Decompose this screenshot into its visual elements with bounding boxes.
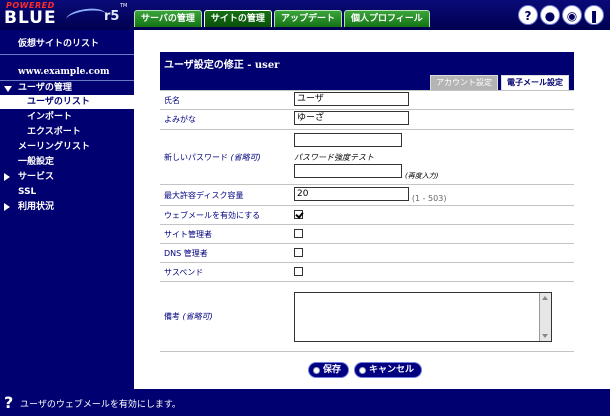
page-title: ユーザ設定の修正 - user — [164, 60, 280, 71]
sidebar-item-services[interactable]: サービス — [0, 170, 134, 184]
main-tabs: サーバの管理 サイトの管理 アップデート 個人プロフィール — [134, 10, 430, 27]
logo-name-text: BLUE — [4, 8, 57, 28]
tab-personal-profile[interactable]: 個人プロフィール — [343, 10, 430, 27]
sidebar-item-label: ユーザの管理 — [18, 83, 72, 93]
password-strength-label: パスワード強度テスト — [294, 153, 374, 162]
suspend-checkbox[interactable] — [294, 267, 303, 276]
eye-icon[interactable]: ◉ — [562, 5, 582, 25]
help-icon[interactable]: ? — [518, 5, 538, 25]
reenter-label: (再度入力) — [405, 172, 439, 180]
button-bullet-icon — [359, 366, 367, 374]
logo-version-text: r5 — [104, 9, 120, 24]
notes-label-text: 備考 — [164, 312, 180, 321]
sidebar-divider — [0, 54, 134, 55]
password-input[interactable] — [294, 133, 402, 147]
webmail-checkbox[interactable] — [294, 210, 303, 219]
yomi-input[interactable]: ゆーざ — [294, 111, 409, 125]
sidebar-item-label: サービス — [18, 172, 55, 182]
optional-note: (省略可) — [230, 152, 261, 162]
form-row-name: 氏名 ユーザ — [160, 90, 574, 110]
tab-update[interactable]: アップデート — [273, 10, 342, 27]
user-settings-panel: ユーザ設定の修正 - user アカウント設定 電子メール設定 氏名 ユーザ よ… — [160, 52, 574, 352]
status-bar: ? ユーザのウェブメールを有効にします。 — [0, 389, 610, 416]
name-label: 氏名 — [160, 90, 290, 110]
form-row-dns-admin: DNS 管理者 — [160, 243, 574, 263]
top-icons: ? ● ◉ ❚ — [518, 5, 604, 25]
expand-right-icon — [4, 173, 10, 181]
cancel-button[interactable]: キャンセル — [354, 362, 423, 378]
quota-input[interactable]: 20 — [294, 186, 409, 201]
site-name-text: www.example.com — [18, 67, 110, 77]
sidebar-item-ssl[interactable]: SSL — [0, 185, 134, 199]
scroll-up-icon[interactable] — [542, 295, 548, 300]
yomi-label: よみがな — [160, 109, 290, 130]
tab-email-settings[interactable]: 電子メール設定 — [501, 75, 569, 90]
notes-textarea[interactable] — [294, 291, 552, 342]
form-row-yomi: よみがな ゆーざ — [160, 109, 574, 130]
form-row-notes: 備考 (省略可) — [160, 281, 574, 352]
sidebar-item-mailing-list[interactable]: メーリングリスト — [0, 140, 134, 154]
logo: POWERED BLUE r5 TM — [4, 1, 129, 29]
form-row-quota: 最大許容ディスク容量 20 (1 - 503) — [160, 184, 574, 206]
quota-range-hint: (1 - 503) — [411, 193, 447, 203]
scroll-down-icon[interactable] — [542, 333, 548, 338]
form-row-webmail: ウェブメールを有効にする — [160, 205, 574, 225]
dns-admin-checkbox[interactable] — [294, 248, 303, 257]
tab-server-management[interactable]: サーバの管理 — [134, 10, 202, 27]
sidebar-item-usage[interactable]: 利用状況 — [0, 200, 134, 214]
sidebar-item-general[interactable]: 一般設定 — [0, 155, 134, 169]
form-buttons: 保存 キャンセル — [308, 362, 423, 378]
tab-account-settings[interactable]: アカウント設定 — [430, 75, 498, 90]
notes-scrollbar[interactable] — [539, 292, 551, 341]
password-label: 新しいパスワード (省略可) — [160, 129, 290, 185]
panel-header: ユーザ設定の修正 - user アカウント設定 電子メール設定 — [160, 52, 574, 90]
tab-site-management[interactable]: サイトの管理 — [203, 10, 272, 27]
sidebar-item-label: 利用状況 — [18, 202, 55, 212]
sidebar-item-user-list[interactable]: ユーザのリスト — [0, 95, 134, 109]
logo-swoosh-icon — [65, 6, 107, 28]
expand-down-icon — [4, 86, 12, 92]
sidebar-site-name: www.example.com — [0, 65, 134, 79]
site-admin-checkbox[interactable] — [294, 229, 303, 238]
site-admin-label: サイト管理者 — [160, 224, 290, 244]
form-row-password: 新しいパスワード (省略可) パスワード強度テスト (再度入力) — [160, 129, 574, 185]
suspend-label: サスペンド — [160, 262, 290, 282]
sidebar: 仮想サイトのリスト www.example.com ユーザの管理 ユーザのリスト… — [0, 30, 134, 389]
password-label-text: 新しいパスワード — [164, 152, 228, 162]
cancel-button-label: キャンセル — [369, 365, 415, 375]
sidebar-item-user-management[interactable]: ユーザの管理 — [0, 81, 134, 95]
form-row-site-admin: サイト管理者 — [160, 224, 574, 244]
notes-label: 備考 (省略可) — [160, 281, 290, 352]
sidebar-item-virtual-sites[interactable]: 仮想サイトのリスト — [0, 37, 134, 51]
panel-subtabs: アカウント設定 電子メール設定 — [430, 75, 569, 90]
dns-admin-label: DNS 管理者 — [160, 243, 290, 263]
top-bar: POWERED BLUE r5 TM サーバの管理 サイトの管理 アップデート … — [0, 0, 610, 30]
logo-trademark: TM — [120, 3, 128, 9]
quota-label: 最大許容ディスク容量 — [160, 184, 290, 206]
button-bullet-icon — [313, 366, 320, 374]
optional-note: (省略可) — [182, 312, 213, 321]
status-text: ユーザのウェブメールを有効にします。 — [20, 400, 181, 410]
help-icon: ? — [4, 393, 14, 412]
logout-icon[interactable]: ❚ — [584, 5, 604, 25]
save-button[interactable]: 保存 — [308, 362, 350, 378]
user-settings-form: 氏名 ユーザ よみがな ゆーざ 新しいパスワード (省略可) パスワード強度テス… — [160, 90, 574, 352]
expand-right-icon — [4, 203, 10, 211]
sidebar-item-export[interactable]: エクスポート — [0, 125, 134, 139]
password-confirm-input[interactable] — [294, 164, 402, 178]
form-row-suspend: サスペンド — [160, 262, 574, 282]
sidebar-item-import[interactable]: インポート — [0, 110, 134, 124]
save-button-label: 保存 — [323, 365, 342, 375]
main-content: ユーザ設定の修正 - user アカウント設定 電子メール設定 氏名 ユーザ よ… — [134, 30, 610, 389]
user-icon[interactable]: ● — [540, 5, 560, 25]
webmail-label: ウェブメールを有効にする — [160, 205, 290, 225]
name-input[interactable]: ユーザ — [294, 91, 409, 106]
